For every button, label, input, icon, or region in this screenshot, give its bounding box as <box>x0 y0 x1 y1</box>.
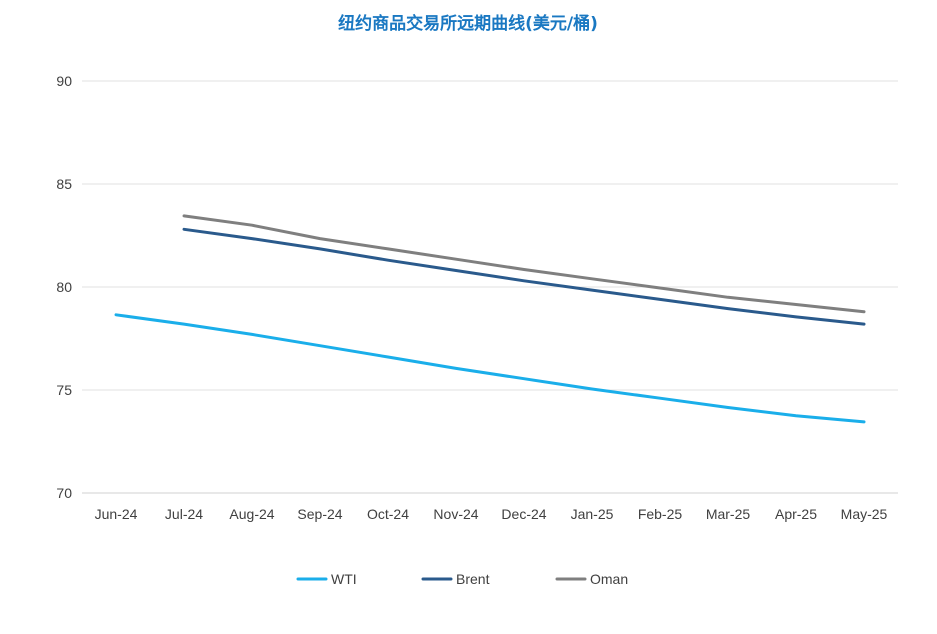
chart-container: 纽约商品交易所远期曲线(美元/桶) 70 75 80 85 90 Jun-24 Jul-2… <box>0 0 937 634</box>
x-tick-label: Aug-24 <box>229 506 274 522</box>
line-chart: 纽约商品交易所远期曲线(美元/桶) 70 75 80 85 90 Jun-24 Jul-2… <box>56 13 898 587</box>
legend: WTI Brent Oman <box>296 571 628 587</box>
x-tick-label: Oct-24 <box>367 506 409 522</box>
x-tick-label: Jul-24 <box>165 506 203 522</box>
y-axis-ticks: 70 75 80 85 90 <box>56 73 72 501</box>
y-tick-label: 85 <box>56 176 72 192</box>
series-lines <box>114 214 866 424</box>
x-tick-label: Nov-24 <box>433 506 478 522</box>
y-tick-label: 75 <box>56 382 72 398</box>
legend-label-brent: Brent <box>456 571 490 587</box>
gridlines <box>82 80 898 494</box>
y-tick-label: 70 <box>56 485 72 501</box>
legend-label-wti: WTI <box>331 571 357 587</box>
x-tick-label: Apr-25 <box>775 506 817 522</box>
series-line-wti <box>114 313 866 424</box>
x-tick-label: Mar-25 <box>706 506 751 522</box>
y-tick-label: 90 <box>56 73 72 89</box>
x-tick-label: Feb-25 <box>638 506 683 522</box>
series-line-brent <box>182 227 866 326</box>
legend-label-oman: Oman <box>590 571 628 587</box>
chart-title: 纽约商品交易所远期曲线(美元/桶) <box>338 13 598 34</box>
series-line-oman <box>182 214 866 314</box>
y-tick-label: 80 <box>56 279 72 295</box>
x-tick-label: Jun-24 <box>95 506 138 522</box>
x-tick-label: Sep-24 <box>297 506 342 522</box>
x-tick-label: May-25 <box>841 506 888 522</box>
x-tick-label: Dec-24 <box>501 506 546 522</box>
x-tick-label: Jan-25 <box>571 506 614 522</box>
x-axis-ticks: Jun-24 Jul-24 Aug-24 Sep-24 Oct-24 Nov-24 Dec-… <box>95 506 888 522</box>
